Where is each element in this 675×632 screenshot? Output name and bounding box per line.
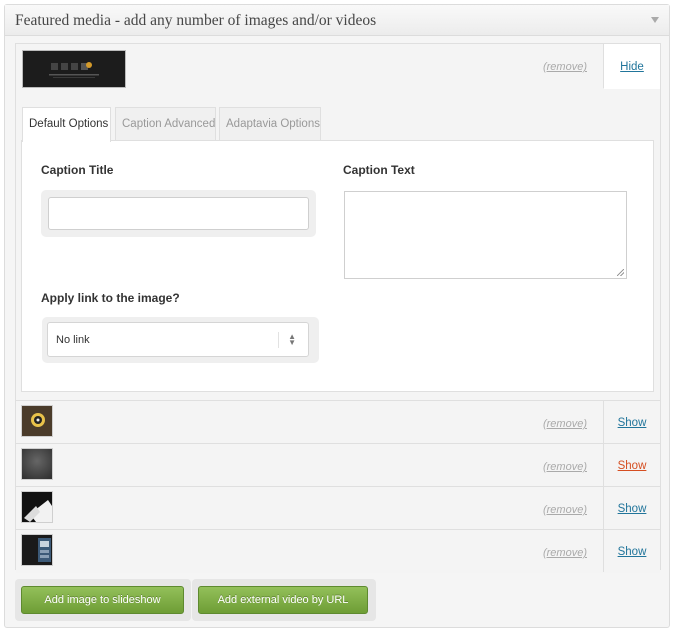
link-select-wrap: No link ▲ ▼ [42, 317, 319, 363]
link-select-value: No link [56, 334, 90, 346]
caption-title-wrap [41, 190, 316, 237]
media-thumbnail[interactable] [21, 405, 53, 437]
media-thumbnail[interactable] [21, 534, 53, 566]
media-item: (remove) Show [16, 401, 660, 444]
add-image-button[interactable]: Add image to slideshow [21, 586, 184, 614]
toggle-cell: Show [603, 401, 660, 443]
media-item: (remove) Show [16, 487, 660, 530]
remove-link[interactable]: (remove) [543, 547, 587, 559]
remove-link[interactable]: (remove) [543, 61, 587, 73]
caption-text-label: Caption Text [343, 163, 415, 177]
toggle-cell: Show [603, 530, 660, 572]
media-item-expanded: (remove) Hide Default Options Caption Ad… [16, 44, 660, 401]
show-link[interactable]: Show [618, 503, 647, 515]
select-divider [278, 332, 279, 348]
add-video-button[interactable]: Add external video by URL [198, 586, 368, 614]
tab-caption-advanced[interactable]: Caption Advanced [115, 107, 216, 140]
caption-title-label: Caption Title [41, 163, 114, 177]
media-list: (remove) Hide Default Options Caption Ad… [15, 43, 661, 573]
link-select[interactable]: No link ▲ ▼ [47, 322, 309, 357]
toggle-cell: Show [603, 487, 660, 529]
add-image-wrap: Add image to slideshow [15, 579, 191, 621]
remove-link[interactable]: (remove) [543, 418, 587, 430]
slideshow-thumbnail[interactable] [22, 50, 126, 88]
apply-link-label: Apply link to the image? [41, 291, 180, 305]
options-box: Caption Title Caption Text Apply link to… [21, 140, 654, 392]
media-thumbnail[interactable] [21, 448, 53, 480]
tab-adaptavia-options[interactable]: Adaptavia Options [219, 107, 321, 140]
media-item: (remove) Show [16, 530, 660, 573]
media-item: (remove) Show [16, 444, 660, 487]
resize-grip-icon[interactable] [617, 269, 624, 276]
remove-link[interactable]: (remove) [543, 504, 587, 516]
media-thumbnail[interactable] [21, 491, 53, 523]
caption-title-input[interactable] [48, 197, 309, 230]
panel-title: Featured media - add any number of image… [15, 12, 377, 29]
select-arrows-icon: ▲ ▼ [288, 332, 296, 347]
collapse-arrow-icon[interactable] [651, 17, 659, 23]
show-link[interactable]: Show [618, 460, 647, 472]
panel-header[interactable]: Featured media - add any number of image… [5, 5, 669, 36]
featured-media-panel: Featured media - add any number of image… [4, 4, 670, 628]
show-link[interactable]: Show [618, 417, 647, 429]
show-link[interactable]: Show [618, 546, 647, 558]
caption-text-area[interactable] [344, 191, 627, 279]
remove-link[interactable]: (remove) [543, 461, 587, 473]
toggle-cell: Show [603, 444, 660, 486]
add-video-wrap: Add external video by URL [192, 579, 376, 621]
hide-link[interactable]: Hide [620, 61, 644, 73]
tab-default-options[interactable]: Default Options [22, 107, 111, 142]
toggle-cell: Hide [603, 44, 660, 89]
